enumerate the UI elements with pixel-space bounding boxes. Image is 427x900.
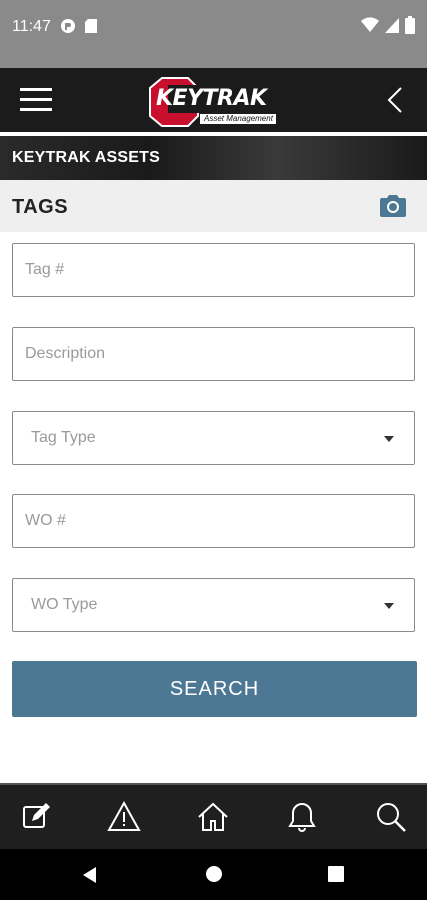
dropdown-arrow-icon	[384, 603, 394, 609]
system-recents-icon[interactable]	[328, 866, 344, 882]
wo-number-placeholder: WO #	[25, 512, 66, 529]
wo-number-field[interactable]: WO #	[12, 494, 415, 548]
page-title-bar: KEYTRAK ASSETS	[0, 136, 427, 180]
home-icon[interactable]	[195, 799, 231, 835]
search-button[interactable]: SEARCH	[12, 661, 417, 717]
system-home-icon[interactable]	[205, 865, 223, 883]
logo-subtitle: Asset Management	[204, 114, 273, 123]
section-title: TAGS	[12, 196, 69, 218]
camera-icon[interactable]	[379, 194, 407, 218]
hamburger-menu-icon[interactable]	[20, 86, 52, 114]
description-placeholder: Description	[25, 345, 106, 362]
wifi-icon	[361, 17, 379, 32]
warning-icon[interactable]	[106, 799, 142, 835]
tag-type-select[interactable]: Tag Type	[12, 411, 415, 465]
section-header: TAGS	[0, 180, 427, 232]
wo-type-placeholder: WO Type	[31, 596, 98, 613]
bottom-navigation	[0, 783, 427, 849]
wo-type-select[interactable]: WO Type	[12, 578, 415, 632]
battery-icon	[405, 16, 415, 34]
back-chevron-icon[interactable]	[383, 84, 407, 116]
tag-type-placeholder: Tag Type	[31, 429, 96, 446]
status-system-icons	[361, 16, 415, 34]
sim-card-icon	[85, 19, 97, 33]
status-time: 11:47	[12, 18, 51, 35]
tag-number-field[interactable]: Tag #	[12, 243, 415, 297]
logo-text: KeyTrak	[156, 86, 267, 111]
dropdown-arrow-icon	[384, 436, 394, 442]
bell-icon[interactable]	[284, 799, 320, 835]
tag-number-placeholder: Tag #	[25, 261, 65, 278]
system-navigation-bar	[0, 849, 427, 900]
description-field[interactable]: Description	[12, 327, 415, 381]
status-notification-icons	[60, 18, 98, 34]
status-bar: 11:47	[0, 0, 427, 68]
app-bar: KeyTrak Asset Management	[0, 68, 427, 132]
search-icon[interactable]	[373, 799, 409, 835]
system-back-icon[interactable]	[80, 865, 100, 885]
app-notification-icon	[61, 19, 75, 33]
page-title: KEYTRAK ASSETS	[12, 149, 161, 166]
signal-icon	[385, 18, 399, 33]
edit-icon[interactable]	[18, 799, 54, 835]
keytrak-logo: KeyTrak Asset Management	[148, 76, 282, 128]
